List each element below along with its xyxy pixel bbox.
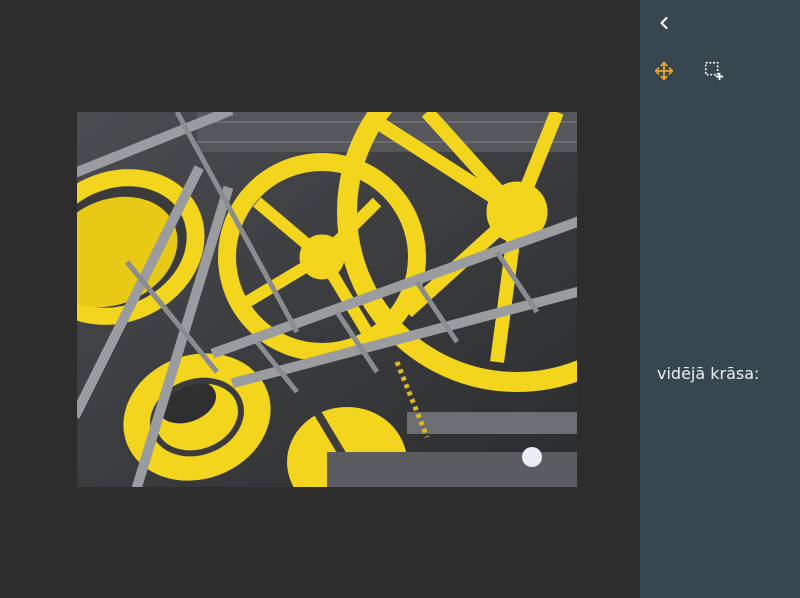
average-color-label: vidējā krāsa: [657,364,760,383]
image-canvas-area [0,0,640,598]
move-tool-button[interactable] [652,59,676,83]
chevron-left-icon [660,17,668,29]
back-button[interactable] [652,11,676,35]
move-arrows-icon [654,61,674,81]
side-panel [640,0,800,598]
select-region-button[interactable] [702,59,726,83]
photo-image[interactable] [77,112,577,487]
select-region-add-icon [704,61,724,81]
